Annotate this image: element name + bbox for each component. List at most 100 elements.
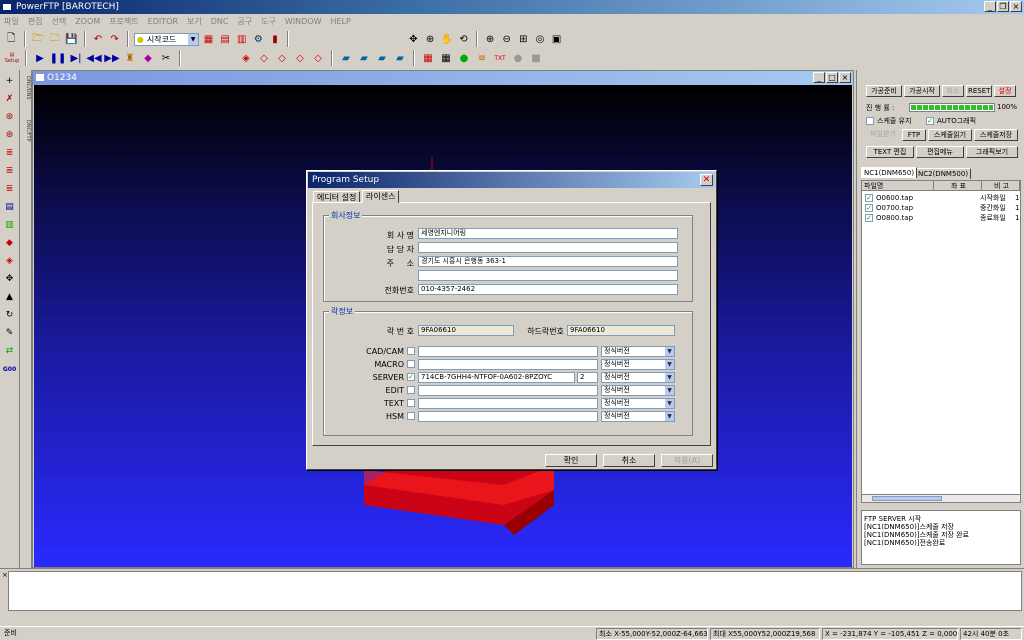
menu-edit[interactable]: 편집 <box>28 16 43 27</box>
list-red-3-icon[interactable]: ≣ <box>3 182 17 196</box>
drill-2-icon[interactable]: ⊛ <box>3 128 17 142</box>
menu-editor[interactable]: EDITOR <box>148 17 178 26</box>
module-hsm-key[interactable] <box>418 411 598 422</box>
module-macro-checkbox[interactable] <box>407 360 415 368</box>
module-text-key[interactable] <box>418 398 598 409</box>
zoom-in-icon[interactable]: ⊕ <box>483 31 498 47</box>
view-front-icon[interactable]: ▰ <box>356 50 372 66</box>
move-icon[interactable]: ✥ <box>406 31 421 47</box>
table-red-icon[interactable]: ▦ <box>201 31 216 47</box>
receive-file-button[interactable]: 파일받기 <box>866 129 900 141</box>
file-checkbox[interactable]: ✓ <box>865 214 873 222</box>
tool-x-icon[interactable]: ✗ <box>3 92 17 106</box>
col-filename[interactable]: 파일명 <box>862 181 934 191</box>
shape-red-icon[interactable]: ◆ <box>3 236 17 250</box>
module-server-key[interactable]: 714CB-7GHH4-NTFOF-0A602-8PZOYC <box>418 372 575 383</box>
module-server-count[interactable]: 2 <box>577 372 598 383</box>
g00-icon[interactable]: G00 <box>3 362 17 376</box>
play-icon[interactable]: ▶ <box>32 50 48 66</box>
address2-field[interactable] <box>418 270 678 281</box>
settings-button[interactable]: 설정 <box>994 85 1016 97</box>
circle-icon[interactable]: ● <box>510 50 526 66</box>
module-server-checkbox[interactable]: ✓ <box>407 373 415 381</box>
doc-maximize-button[interactable]: □ <box>826 72 838 83</box>
edit-menu-button[interactable]: 편집메뉴 <box>916 146 964 158</box>
module-macro-version[interactable]: 정식버전 ▼ <box>601 359 675 370</box>
close-button[interactable]: × <box>1010 1 1022 12</box>
module-hsm-checkbox[interactable] <box>407 412 415 420</box>
machine-icon[interactable]: ⚙ <box>251 31 266 47</box>
zoom-icon[interactable]: ⊕ <box>423 31 438 47</box>
erase-4-icon[interactable]: ◇ <box>292 50 308 66</box>
minimize-button[interactable]: _ <box>984 1 996 12</box>
rotate-icon[interactable]: ⟲ <box>456 31 471 47</box>
cancel-button[interactable]: 취소 <box>603 454 655 467</box>
reset-button[interactable]: RESET <box>966 85 992 97</box>
shape-icon[interactable]: ■ <box>528 50 544 66</box>
split-view-icon[interactable]: ▣ <box>549 31 564 47</box>
move-arrows-icon[interactable]: ✥ <box>3 272 17 286</box>
module-edit-key[interactable] <box>418 385 598 396</box>
module-server-version[interactable]: 정식버전 ▼ <box>601 372 675 383</box>
module-text-checkbox[interactable] <box>407 399 415 407</box>
cancel-machining-button[interactable]: 취소 <box>942 85 964 97</box>
list-red-2-icon[interactable]: ≣ <box>3 164 17 178</box>
pen-icon[interactable]: ✎ <box>3 326 17 340</box>
list-scrollbar[interactable] <box>861 494 1021 503</box>
ok-button[interactable]: 확인 <box>545 454 597 467</box>
tab-nc1[interactable]: NC1(DNM650) <box>861 167 918 178</box>
menu-window[interactable]: WINDOW <box>285 17 322 26</box>
close-output-icon[interactable]: × <box>2 571 8 579</box>
zoom-all-icon[interactable]: ◎ <box>533 31 548 47</box>
book-icon[interactable]: ▮ <box>268 31 283 47</box>
schedule-keep-checkbox[interactable] <box>866 117 874 125</box>
module-edit-version[interactable]: 정식버전 ▼ <box>601 385 675 396</box>
open-folder-icon[interactable]: 🗁 <box>31 31 46 47</box>
open-file-icon[interactable]: 🗀 <box>47 31 62 47</box>
erase-5-icon[interactable]: ◇ <box>310 50 326 66</box>
address-field[interactable]: 경기도 시흥시 은행동 363-1 <box>418 256 678 267</box>
view-top-icon[interactable]: ▰ <box>392 50 408 66</box>
col-coords[interactable]: 좌 표 <box>934 181 982 191</box>
start-code-select[interactable]: ● 시작코드 ▼ <box>133 32 200 46</box>
menu-project[interactable]: 프로젝트 <box>109 16 138 27</box>
undo-icon[interactable]: ↶ <box>91 31 106 47</box>
module-cadcam-checkbox[interactable] <box>407 347 415 355</box>
list-item[interactable]: ✓ O0800.tap 종료화일 1 <box>862 213 1020 223</box>
erase-1-icon[interactable]: ◈ <box>238 50 254 66</box>
step-icon[interactable]: ▶| <box>68 50 84 66</box>
bars-icon[interactable]: ▤ <box>3 200 17 214</box>
drill-icon[interactable]: ⊛ <box>3 110 17 124</box>
ruler-icon[interactable]: ≡ <box>474 50 490 66</box>
load-schedule-button[interactable]: 스케줄읽기 <box>928 129 972 141</box>
module-cadcam-version[interactable]: 정식버전 ▼ <box>601 346 675 357</box>
hand-icon[interactable]: ✋ <box>439 31 454 47</box>
menu-utility[interactable]: 도구 <box>261 16 276 27</box>
tab-nc2[interactable]: NC2(DNM500) <box>915 168 972 179</box>
erase-2-icon[interactable]: ◇ <box>256 50 272 66</box>
view-iso-icon[interactable]: ▰ <box>338 50 354 66</box>
save-schedule-button[interactable]: 스케줄저장 <box>974 129 1018 141</box>
chart-icon[interactable]: ▥ <box>234 31 249 47</box>
module-hsm-version[interactable]: 정식버전 ▼ <box>601 411 675 422</box>
crosshair-icon[interactable]: + <box>3 74 17 88</box>
rewind-icon[interactable]: ◀◀ <box>86 50 102 66</box>
list-item[interactable]: ✓ O0600.tap 시작화일 1 <box>862 193 1020 203</box>
table-grid-icon[interactable]: ▤ <box>218 31 233 47</box>
tab-license[interactable]: 라이센스 <box>362 190 400 203</box>
list-item[interactable]: ✓ O0700.tap 중간화일 1 <box>862 203 1020 213</box>
text-edit-button[interactable]: TEXT 편집 <box>866 146 914 158</box>
forward-icon[interactable]: ▶▶ <box>104 50 120 66</box>
manager-field[interactable] <box>418 242 678 253</box>
module-cadcam-key[interactable] <box>418 346 598 357</box>
auto-graphic-checkbox[interactable]: ✓ <box>926 117 934 125</box>
prepare-button[interactable]: 가공준비 <box>866 85 902 97</box>
list-red-icon[interactable]: ≣ <box>3 146 17 160</box>
file-checkbox[interactable]: ✓ <box>865 204 873 212</box>
output-box[interactable] <box>8 571 1022 611</box>
restore-button[interactable]: ❐ <box>997 1 1009 12</box>
menu-tools[interactable]: 공구 <box>237 16 252 27</box>
scroll-thumb[interactable] <box>872 496 942 501</box>
doc-minimize-button[interactable]: _ <box>813 72 825 83</box>
rotate-left-icon[interactable]: ↻ <box>3 308 17 322</box>
